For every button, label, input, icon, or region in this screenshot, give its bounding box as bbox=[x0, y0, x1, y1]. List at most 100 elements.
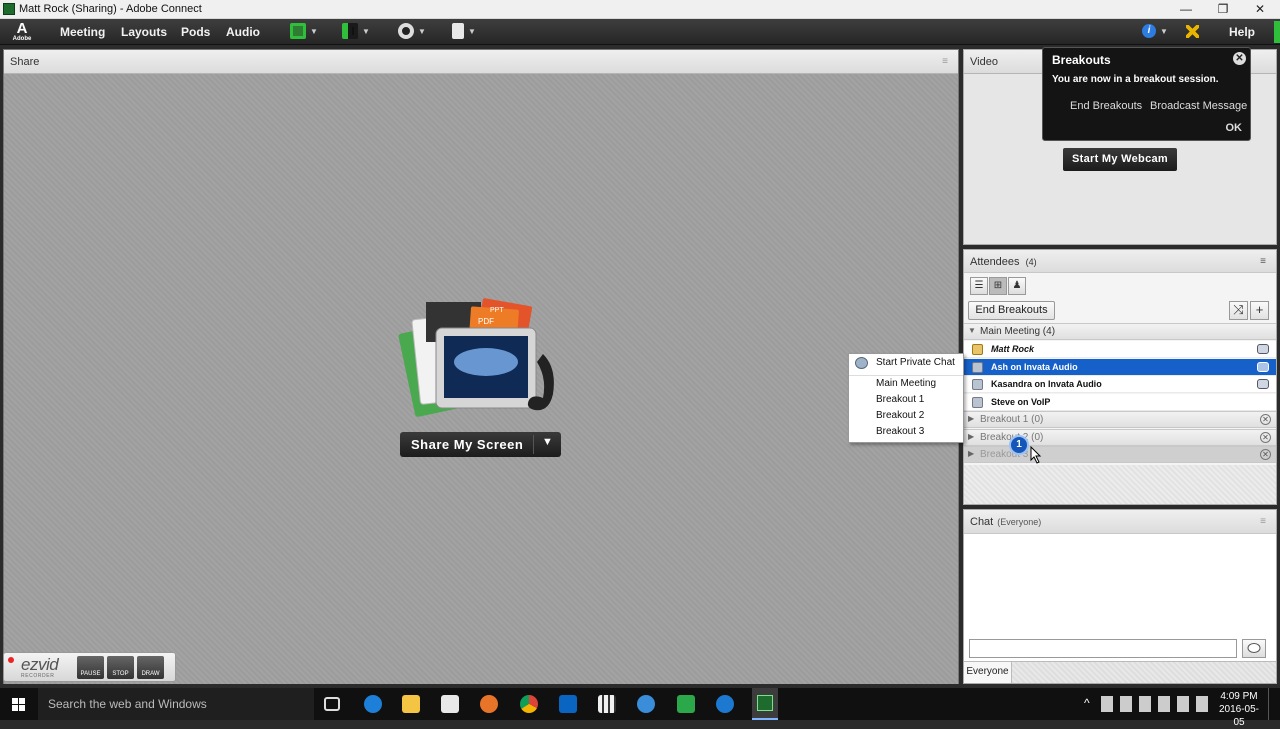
end-breakouts-link[interactable]: End Breakouts bbox=[1070, 100, 1142, 112]
internet-explorer-icon[interactable] bbox=[716, 695, 734, 713]
add-breakout-icon[interactable]: + bbox=[1250, 301, 1269, 320]
attendees-pod-header: Attendees (4) ≡ bbox=[964, 250, 1276, 273]
remove-breakout-icon[interactable]: ✕ bbox=[1260, 414, 1271, 425]
chevron-down-icon[interactable]: ▼ bbox=[468, 27, 476, 36]
info-icon[interactable]: i bbox=[1142, 24, 1156, 38]
chevron-down-icon[interactable]: ▼ bbox=[1160, 27, 1168, 36]
adobe-connect-taskbar-button[interactable] bbox=[752, 688, 778, 720]
task-view-icon[interactable] bbox=[324, 697, 340, 711]
close-button[interactable]: ✕ bbox=[1242, 0, 1278, 19]
telephone-icon bbox=[1257, 362, 1269, 372]
attendee-row[interactable]: Steve on VoIP bbox=[964, 394, 1276, 411]
video-pod-title: Video bbox=[970, 56, 998, 68]
recording-dot-icon bbox=[8, 657, 14, 663]
menu-meeting[interactable]: Meeting bbox=[60, 25, 105, 39]
end-breakouts-button[interactable]: End Breakouts bbox=[968, 301, 1055, 320]
breakouts-message: You are now in a breakout session. bbox=[1052, 74, 1219, 85]
firefox-icon[interactable] bbox=[480, 695, 498, 713]
app-icon bbox=[3, 3, 15, 15]
adobe-connect-icon bbox=[757, 695, 773, 711]
system-tray-icons[interactable] bbox=[1101, 696, 1211, 712]
drag-count-badge: 1 bbox=[1009, 435, 1029, 455]
menu-item-breakout-1[interactable]: Breakout 1 bbox=[876, 394, 924, 405]
attendee-row[interactable]: Matt Rock bbox=[964, 341, 1276, 358]
pause-button[interactable]: PAUSE bbox=[77, 656, 104, 679]
fullscreen-icon[interactable] bbox=[1186, 25, 1199, 38]
chevron-down-icon[interactable]: ▼ bbox=[362, 27, 370, 36]
chevron-down-icon[interactable]: ▼ bbox=[542, 436, 553, 448]
breakout-view-icon[interactable]: ⊞ bbox=[989, 277, 1007, 295]
remove-breakout-icon[interactable]: ✕ bbox=[1260, 432, 1271, 443]
chevron-down-icon[interactable]: ▼ bbox=[310, 27, 318, 36]
phone-button[interactable]: ▼ bbox=[342, 23, 370, 41]
globe-icon[interactable] bbox=[637, 695, 655, 713]
show-desktop-button[interactable] bbox=[1268, 688, 1280, 720]
expand-arrow-icon[interactable]: ▶ bbox=[968, 449, 974, 458]
chat-tab-everyone[interactable]: Everyone bbox=[964, 662, 1012, 683]
chat-title: Chat bbox=[970, 516, 994, 528]
pod-menu-icon[interactable]: ≡ bbox=[1260, 516, 1266, 527]
window-title-bar: Matt Rock (Sharing) - Adobe Connect — ❐ … bbox=[0, 0, 1280, 19]
pod-menu-icon[interactable]: ≡ bbox=[942, 56, 948, 67]
restore-button[interactable]: ❐ bbox=[1205, 0, 1241, 19]
menu-layouts[interactable]: Layouts bbox=[121, 25, 167, 39]
expand-arrow-icon[interactable]: ▶ bbox=[968, 414, 974, 423]
chat-pod-header: Chat (Everyone) ≡ bbox=[964, 510, 1276, 534]
pod-menu-icon[interactable]: ≡ bbox=[1260, 256, 1266, 267]
collapse-arrow-icon[interactable]: ▼ bbox=[968, 326, 976, 335]
move-to-context-menu: Start Private Chat Main Meeting Breakout… bbox=[848, 353, 964, 443]
chat-message-input[interactable] bbox=[969, 639, 1237, 658]
raise-hand-button[interactable]: ▼ bbox=[452, 23, 476, 41]
expand-arrow-icon[interactable]: ▶ bbox=[968, 432, 974, 441]
close-icon[interactable]: ✕ bbox=[1233, 52, 1246, 65]
telephone-icon bbox=[1257, 379, 1269, 389]
chrome-icon[interactable] bbox=[520, 695, 538, 713]
send-message-button[interactable] bbox=[1242, 639, 1266, 658]
file-explorer-icon[interactable] bbox=[402, 695, 420, 713]
attendee-row[interactable]: Ash on Invata Audio bbox=[964, 359, 1276, 376]
menu-pods[interactable]: Pods bbox=[181, 25, 210, 39]
menu-item-main-meeting[interactable]: Main Meeting bbox=[876, 378, 936, 389]
webcam-icon bbox=[398, 23, 414, 39]
host-icon bbox=[972, 344, 983, 355]
speech-bubble-icon bbox=[1247, 643, 1261, 653]
group-main-meeting[interactable]: ▼ Main Meeting (4) bbox=[964, 323, 1276, 340]
edge-browser-icon[interactable] bbox=[364, 695, 382, 713]
minimize-button[interactable]: — bbox=[1168, 0, 1204, 19]
attendee-name: Ash on Invata Audio bbox=[991, 362, 1078, 372]
group-breakout-1[interactable]: ▶ Breakout 1 (0) ✕ bbox=[964, 411, 1276, 428]
share-my-screen-button[interactable]: Share My Screen ▼ bbox=[400, 432, 561, 457]
status-indicator bbox=[1274, 21, 1280, 43]
help-menu[interactable]: Help bbox=[1229, 25, 1255, 39]
draw-button[interactable]: DRAW bbox=[137, 656, 164, 679]
status-view-icon[interactable]: ♟ bbox=[1008, 277, 1026, 295]
start-my-webcam-button[interactable]: Start My Webcam bbox=[1063, 148, 1177, 171]
taskbar-clock[interactable]: 4:09 PM 2016-05-05 bbox=[1214, 690, 1264, 729]
chat-pod-title: Chat (Everyone) bbox=[970, 516, 1041, 528]
chevron-down-icon[interactable]: ▼ bbox=[418, 27, 426, 36]
remove-breakout-icon[interactable]: ✕ bbox=[1260, 449, 1271, 460]
attendee-row[interactable]: Kasandra on Invata Audio bbox=[964, 376, 1276, 393]
store-icon[interactable] bbox=[441, 695, 459, 713]
menu-item-breakout-3[interactable]: Breakout 3 bbox=[876, 426, 924, 437]
broadcast-message-link[interactable]: Broadcast Message bbox=[1150, 100, 1247, 112]
webcam-toggle-button[interactable]: ▼ bbox=[398, 23, 426, 41]
calculator-icon[interactable] bbox=[598, 695, 616, 713]
stop-button[interactable]: STOP bbox=[107, 656, 134, 679]
speaker-toggle-button[interactable]: ▼ bbox=[290, 23, 318, 41]
taskbar-search[interactable]: Search the web and Windows bbox=[38, 688, 314, 720]
app-s-icon[interactable] bbox=[677, 695, 695, 713]
outlook-icon[interactable] bbox=[559, 695, 577, 713]
start-button[interactable] bbox=[0, 688, 38, 720]
participant-icon bbox=[972, 379, 983, 390]
hand-icon bbox=[452, 23, 464, 39]
menu-audio[interactable]: Audio bbox=[226, 25, 260, 39]
tray-overflow-icon[interactable]: ^ bbox=[1084, 696, 1090, 710]
list-view-icon[interactable]: ☰ bbox=[970, 277, 988, 295]
mouse-cursor-icon bbox=[1030, 445, 1042, 467]
menu-item-start-private-chat[interactable]: Start Private Chat bbox=[876, 357, 955, 368]
shuffle-icon[interactable]: ⤨ bbox=[1229, 301, 1248, 320]
group-label: Breakout 1 (0) bbox=[980, 414, 1044, 425]
ok-button[interactable]: OK bbox=[1226, 122, 1243, 134]
menu-item-breakout-2[interactable]: Breakout 2 bbox=[876, 410, 924, 421]
